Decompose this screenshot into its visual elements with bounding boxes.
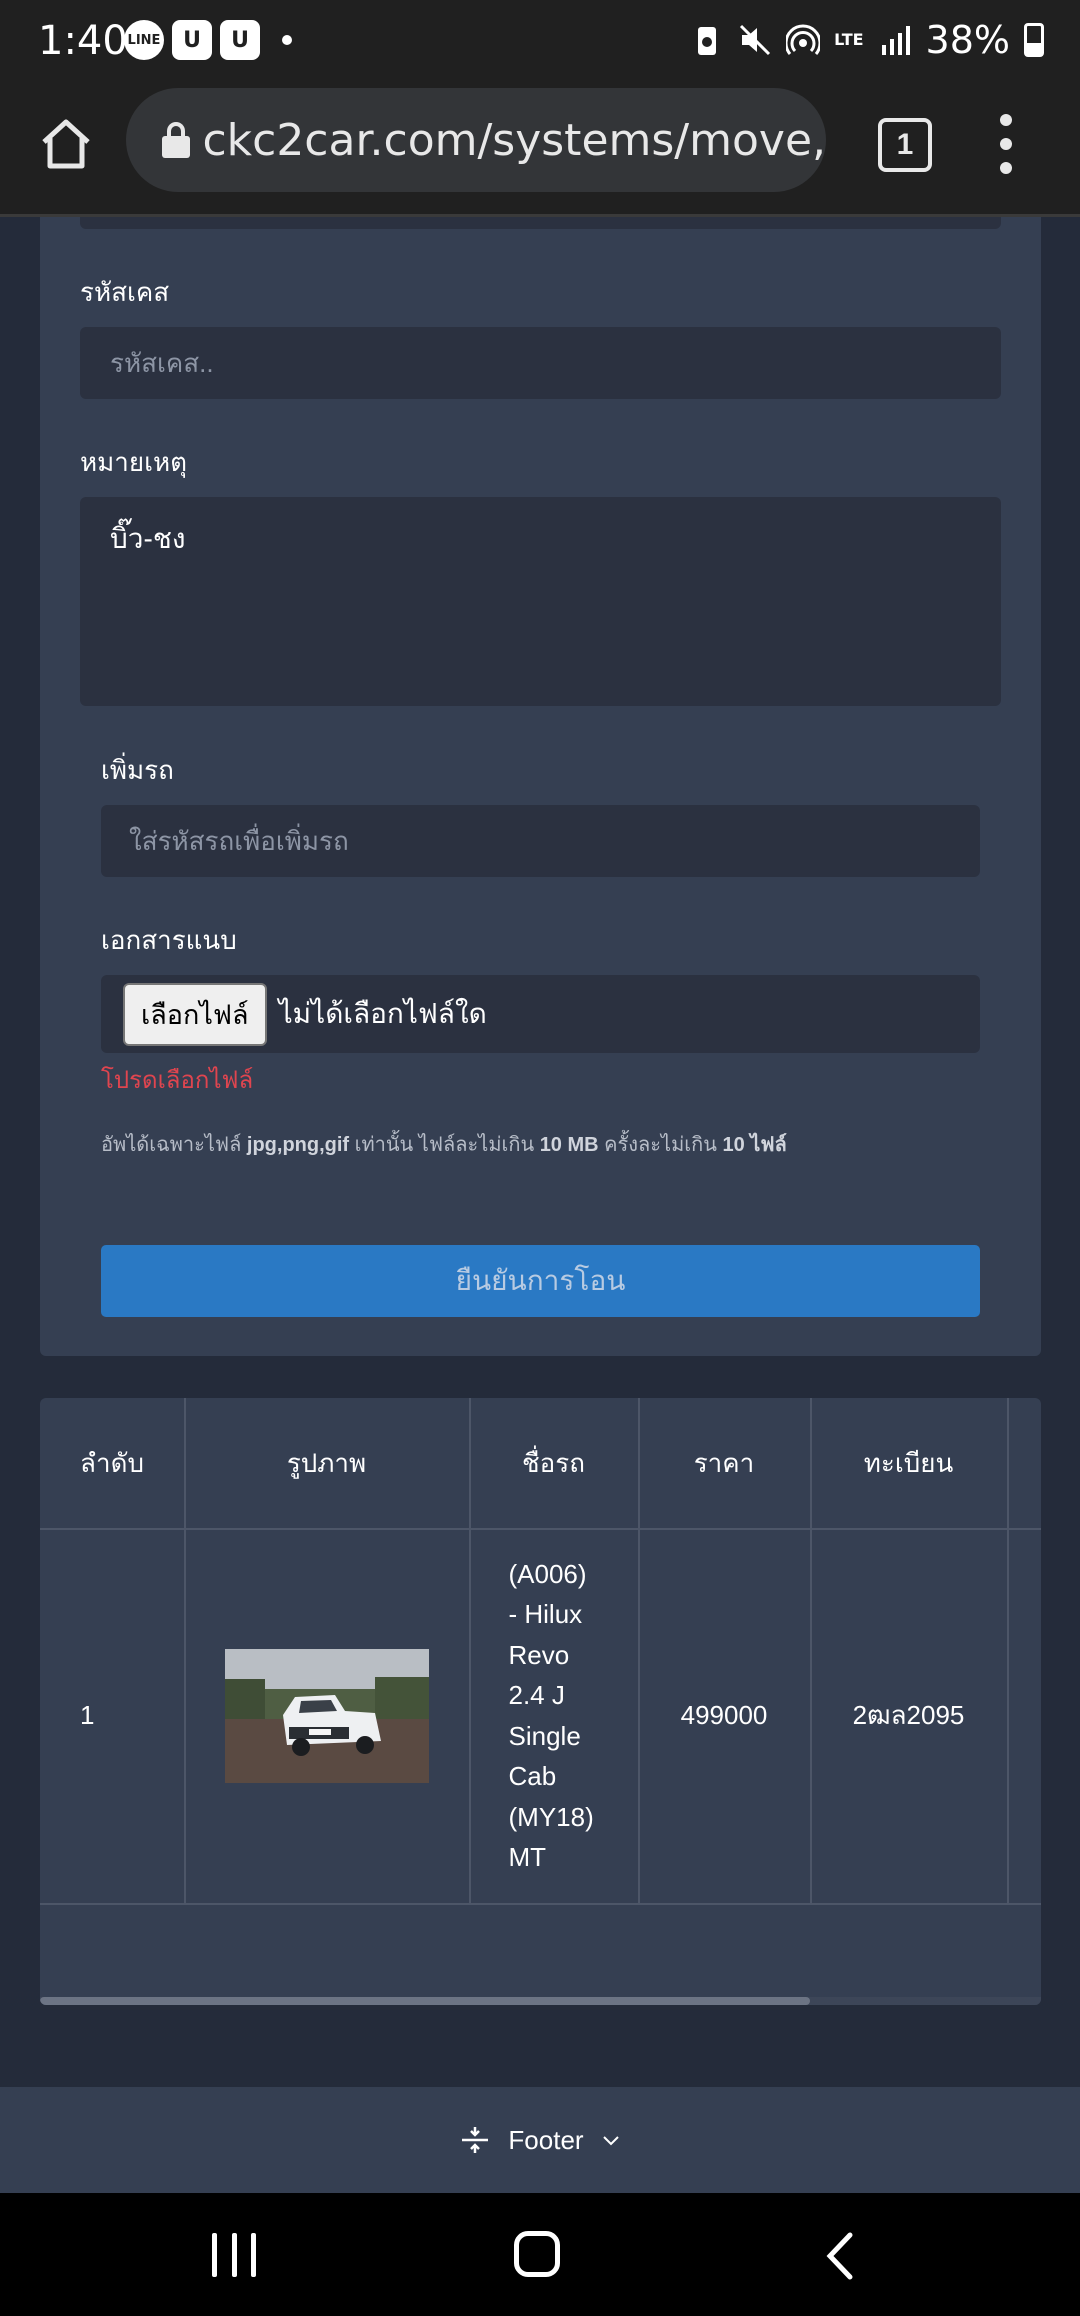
- cell-price: 499000: [680, 1700, 768, 1730]
- battery-icon: [1024, 23, 1044, 57]
- no-file-chosen-text: ไม่ได้เลือกไฟล์ใด: [278, 997, 487, 1030]
- browser-toolbar: ckc2car.com/systems/move, 1: [0, 82, 1080, 217]
- lte-indicator: LTE: [834, 30, 864, 49]
- u-app-icon-2: U: [220, 20, 260, 60]
- address-bar[interactable]: ckc2car.com/systems/move,: [126, 88, 826, 192]
- cell-image: [184, 1528, 469, 1903]
- case-code-placeholder: รหัสเคส..: [110, 347, 214, 378]
- more-notifications-icon: [282, 35, 292, 45]
- status-time: 1:40: [38, 18, 128, 64]
- grid-line: [469, 1398, 471, 1903]
- chevron-down-icon: [602, 2136, 619, 2146]
- column-header-plate: ทะเบียน: [863, 1447, 954, 1478]
- car-thumbnail[interactable]: [224, 1648, 429, 1783]
- previous-input-edge: [80, 217, 1001, 229]
- cell-car-name: (A006) - Hilux Revo 2.4 J Single Cab (MY…: [469, 1528, 638, 1903]
- confirm-transfer-button[interactable]: ยืนยันการโอน: [101, 1245, 980, 1317]
- back-button[interactable]: [820, 2231, 860, 2281]
- case-code-input[interactable]: รหัสเคส..: [80, 327, 1001, 399]
- recent-apps-button[interactable]: [212, 2233, 256, 2277]
- grid-line: [40, 1528, 1041, 1530]
- table-scrollbar-thumb[interactable]: [40, 1997, 810, 2005]
- notification-icons: LINE U U: [124, 20, 292, 60]
- remark-value: บิ๊ว-ชง: [110, 523, 186, 554]
- footer-toggle[interactable]: Footer: [0, 2087, 1080, 2193]
- choose-file-button[interactable]: เลือกไฟล์: [123, 982, 267, 1046]
- add-car-input[interactable]: ใส่รหัสรถเพื่อเพิ่มรถ: [101, 805, 980, 877]
- column-header-car-name: ชื่อรถ: [522, 1447, 585, 1478]
- cell-plate: 2ฒล2095: [852, 1700, 965, 1730]
- add-car-placeholder: ใส่รหัสรถเพื่อเพิ่มรถ: [129, 825, 349, 856]
- url-text: ckc2car.com/systems/move,: [202, 114, 826, 166]
- signal-icon: [881, 26, 910, 55]
- system-icons: LTE 38%: [690, 18, 1044, 62]
- footer-label: Footer: [508, 2124, 584, 2155]
- file-error-text: โปรดเลือกไฟล์: [101, 1067, 254, 1094]
- collapse-arrows-icon: [462, 2127, 489, 2153]
- tab-switcher-button[interactable]: 1: [878, 118, 932, 172]
- battery-saver-icon: [698, 27, 717, 55]
- lock-icon: [162, 122, 190, 158]
- remark-label: หมายเหตุ: [80, 447, 188, 477]
- car-photo: [224, 1648, 429, 1783]
- attachment-label: เอกสารแนบ: [101, 925, 237, 955]
- browser-menu-icon[interactable]: [994, 114, 1018, 174]
- car-table-card: ลำดับ รูปภาพ ชื่อรถ ราคา ทะเบียน 1 (A006…: [40, 1398, 1041, 2005]
- hotspot-icon: [786, 24, 821, 55]
- line-app-icon: LINE: [124, 20, 164, 60]
- transfer-form-card: รหัสเคส รหัสเคส.. หมายเหตุ บิ๊ว-ชง เพิ่ม…: [40, 217, 1041, 1356]
- home-button[interactable]: [514, 2231, 560, 2277]
- upload-help-text: อัพได้เฉพาะไฟล์ jpg,png,gif เท่านั้น ไฟล…: [101, 1134, 787, 1156]
- column-header-price: ราคา: [693, 1447, 755, 1478]
- case-code-label: รหัสเคส: [80, 277, 170, 307]
- home-icon[interactable]: [36, 114, 96, 174]
- status-bar: 1:40 LINE U U LTE 38%: [0, 0, 1080, 82]
- file-input[interactable]: เลือกไฟล์ ไม่ได้เลือกไฟล์ใด: [101, 975, 980, 1053]
- add-car-label: เพิ่มรถ: [101, 755, 174, 785]
- battery-percent: 38%: [925, 18, 1010, 62]
- grid-line: [184, 1398, 186, 1903]
- system-nav-bar: [0, 2193, 1080, 2316]
- grid-line: [638, 1398, 640, 1903]
- car-name-text: (A006) - Hilux Revo 2.4 J Single Cab (MY…: [508, 1558, 594, 1873]
- cell-index: 1: [80, 1700, 95, 1730]
- column-header-image: รูปภาพ: [286, 1447, 367, 1478]
- grid-line: [40, 1903, 1041, 1905]
- grid-line: [810, 1398, 812, 1903]
- mute-icon: [740, 24, 771, 56]
- remark-textarea[interactable]: บิ๊ว-ชง: [80, 497, 1001, 706]
- u-app-icon: U: [172, 20, 212, 60]
- grid-line: [1007, 1398, 1009, 1903]
- column-header-index: ลำดับ: [80, 1447, 144, 1478]
